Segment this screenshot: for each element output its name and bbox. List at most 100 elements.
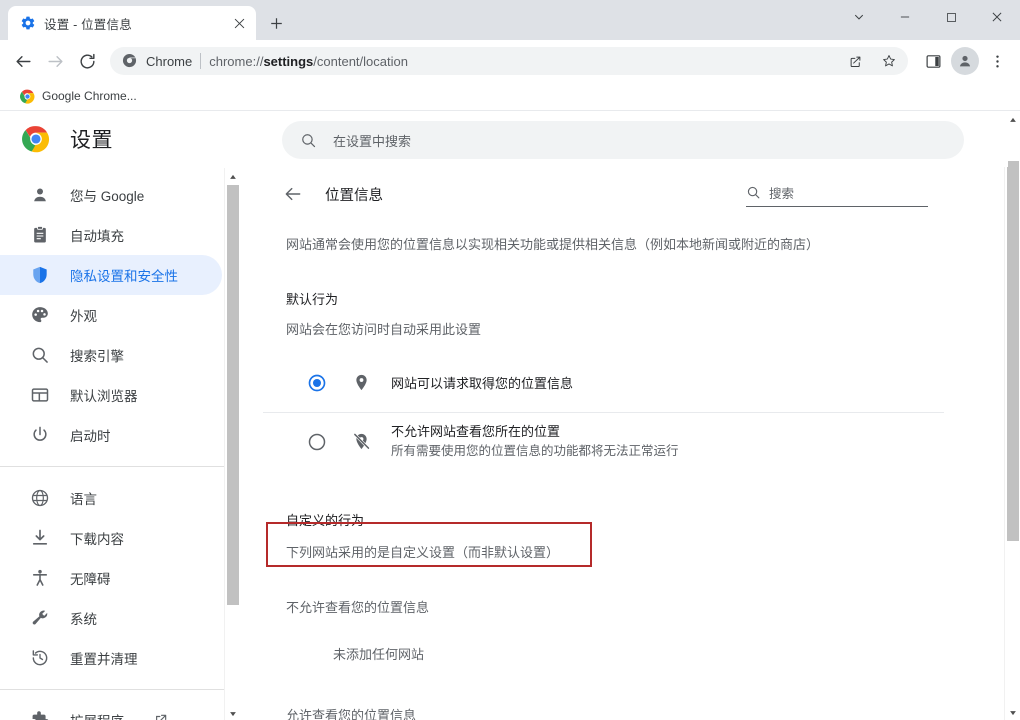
location-settings-card: 位置信息 搜索 网站通常会使用您的位置信息以实现相关功能或提供相关信息（例如本地… [241, 167, 966, 720]
sidebar-item-label: 下载内容 [70, 532, 124, 547]
url-bold: settings [263, 53, 314, 69]
sidebar-scrollbar[interactable] [224, 168, 240, 720]
share-icon[interactable] [842, 48, 868, 74]
sidebar-item-autofill[interactable]: 自动填充 [0, 215, 222, 255]
subpage-search-input[interactable]: 搜索 [746, 183, 928, 207]
browser-window-icon [30, 385, 50, 405]
allowed-group-heading: 允许查看您的位置信息 [286, 708, 417, 720]
radio-option-block[interactable]: 不允许网站查看您所在的位置 所有需要使用您的位置信息的功能都将无法正常运行 [263, 412, 944, 470]
chevron-down-icon[interactable] [836, 0, 882, 34]
sidebar-item-label: 扩展程序 [70, 710, 124, 720]
sidebar-item-appearance[interactable]: 外观 [0, 295, 222, 335]
sidebar-item-label: 重置并清理 [70, 652, 138, 667]
clipboard-icon [30, 225, 50, 245]
subpage-title: 位置信息 [325, 187, 383, 204]
accessibility-icon [30, 568, 50, 588]
extension-icon [30, 710, 50, 720]
reload-icon[interactable] [72, 46, 102, 76]
omnibox-separator [200, 53, 202, 69]
location-pin-icon [352, 373, 372, 393]
page-scroll-thumb[interactable] [1007, 161, 1019, 541]
radio-option-title: 不允许网站查看您所在的位置 [391, 424, 561, 439]
browser-tab[interactable]: 设置 - 位置信息 [8, 6, 256, 40]
gear-icon [20, 15, 36, 31]
globe-icon [30, 488, 50, 508]
sidebar-item-you-and-google[interactable]: 您与 Google [0, 175, 222, 215]
minimize-icon[interactable] [882, 0, 928, 34]
avatar[interactable] [950, 46, 980, 76]
browser-window: 设置 - 位置信息 Chrome chrome://settings/conte… [0, 0, 1020, 720]
bookmark-item[interactable]: Google Chrome... [14, 87, 143, 106]
chrome-icon [122, 53, 138, 69]
close-window-icon[interactable] [974, 0, 1020, 34]
page-scrollbar[interactable] [1004, 111, 1020, 720]
sidebar-item-label: 隐私设置和安全性 [70, 269, 178, 284]
person-icon [30, 185, 50, 205]
radio-option-title: 网站可以请求取得您的位置信息 [391, 375, 574, 391]
back-arrow-icon[interactable] [8, 46, 38, 76]
external-link-icon [154, 713, 168, 720]
scroll-up-arrow-icon[interactable] [225, 168, 240, 185]
radio-button-selected[interactable] [307, 373, 327, 393]
sidebar-scroll-thumb[interactable] [227, 185, 239, 605]
search-icon [300, 132, 317, 149]
sidebar-item-label: 搜索引擎 [70, 349, 124, 364]
radio-option-texts: 网站可以请求取得您的位置信息 [391, 374, 573, 393]
sidebar-item-search-engine[interactable]: 搜索引擎 [0, 335, 222, 375]
nav-group-tertiary: 扩展程序 [0, 689, 240, 720]
default-behavior-radio-group: 网站可以请求取得您的位置信息 不允许网站查看您所在的位置 所有需要使用您的位置信… [263, 354, 944, 470]
sidebar-item-privacy-and-security[interactable]: 隐私设置和安全性 [0, 255, 222, 295]
sidebar-item-label: 默认浏览器 [70, 389, 138, 404]
sidebar-item-extensions[interactable]: 扩展程序 [0, 700, 222, 720]
search-icon [30, 345, 50, 365]
subpage-search-placeholder: 搜索 [769, 187, 795, 201]
bookmarks-bar: Google Chrome... [0, 82, 1020, 110]
nav-group-primary: 您与 Google 自动填充 隐私设置和安全性 外观 搜索引擎 默认浏览器 启动… [0, 168, 240, 455]
palette-icon [30, 305, 50, 325]
page-title: 设置 [70, 129, 113, 152]
sidebar-item-reset-and-cleanup[interactable]: 重置并清理 [0, 638, 222, 678]
sidebar-item-label: 您与 Google [70, 189, 145, 204]
side-panel-icon[interactable] [918, 46, 948, 76]
sidebar-item-label: 启动时 [70, 429, 111, 444]
settings-search-input[interactable]: 在设置中搜索 [282, 121, 964, 159]
sidebar-item-system[interactable]: 系统 [0, 598, 222, 638]
custom-behavior-section: 自定义的行为 下列网站采用的是自定义设置（而非默认设置） 不允许查看您的位置信息… [263, 510, 944, 720]
maximize-icon[interactable] [928, 0, 974, 34]
sidebar-item-label: 语言 [70, 492, 97, 507]
scroll-down-arrow-icon[interactable] [225, 705, 240, 720]
sidebar-item-on-startup[interactable]: 启动时 [0, 415, 222, 455]
sidebar-item-label: 无障碍 [70, 572, 111, 587]
three-dot-menu-icon[interactable] [982, 46, 1012, 76]
address-bar[interactable]: Chrome chrome://settings/content/locatio… [110, 47, 908, 75]
blocked-group-empty-text: 未添加任何网站 [333, 647, 425, 662]
default-behavior-subtext: 网站会在您访问时自动采用此设置 [286, 322, 482, 337]
settings-body: 您与 Google 自动填充 隐私设置和安全性 外观 搜索引擎 默认浏览器 启动… [0, 167, 1020, 720]
omnibox-site-label: Chrome [146, 53, 193, 69]
browser-toolbar: Chrome chrome://settings/content/locatio… [0, 40, 1020, 82]
location-off-icon [352, 432, 372, 452]
radio-button-unselected[interactable] [307, 432, 327, 452]
sidebar-item-accessibility[interactable]: 无障碍 [0, 558, 222, 598]
window-controls [836, 0, 1020, 34]
radio-option-allow[interactable]: 网站可以请求取得您的位置信息 [263, 354, 944, 412]
sidebar-item-label: 系统 [70, 612, 97, 627]
sidebar-item-languages[interactable]: 语言 [0, 478, 222, 518]
new-tab-button[interactable] [262, 9, 290, 37]
settings-sidebar: 您与 Google 自动填充 隐私设置和安全性 外观 搜索引擎 默认浏览器 启动… [0, 167, 240, 720]
omnibox-url: chrome://settings/content/location [209, 54, 834, 69]
close-icon[interactable] [230, 14, 248, 32]
subpage-header: 位置信息 搜索 [263, 167, 944, 221]
forward-arrow-icon[interactable] [40, 46, 70, 76]
settings-content: 位置信息 搜索 网站通常会使用您的位置信息以实现相关功能或提供相关信息（例如本地… [241, 167, 1004, 720]
custom-behavior-heading: 自定义的行为 [286, 513, 365, 528]
sidebar-item-default-browser[interactable]: 默认浏览器 [0, 375, 222, 415]
scroll-down-arrow-icon[interactable] [1005, 704, 1020, 720]
back-arrow-icon[interactable] [283, 184, 303, 204]
sidebar-item-downloads[interactable]: 下载内容 [0, 518, 222, 558]
radio-option-description: 所有需要使用您的位置信息的功能都将无法正常运行 [391, 444, 679, 458]
star-icon[interactable] [876, 48, 902, 74]
search-icon [746, 185, 761, 200]
bookmark-label: Google Chrome... [42, 89, 137, 103]
settings-search-placeholder: 在设置中搜索 [333, 133, 412, 149]
